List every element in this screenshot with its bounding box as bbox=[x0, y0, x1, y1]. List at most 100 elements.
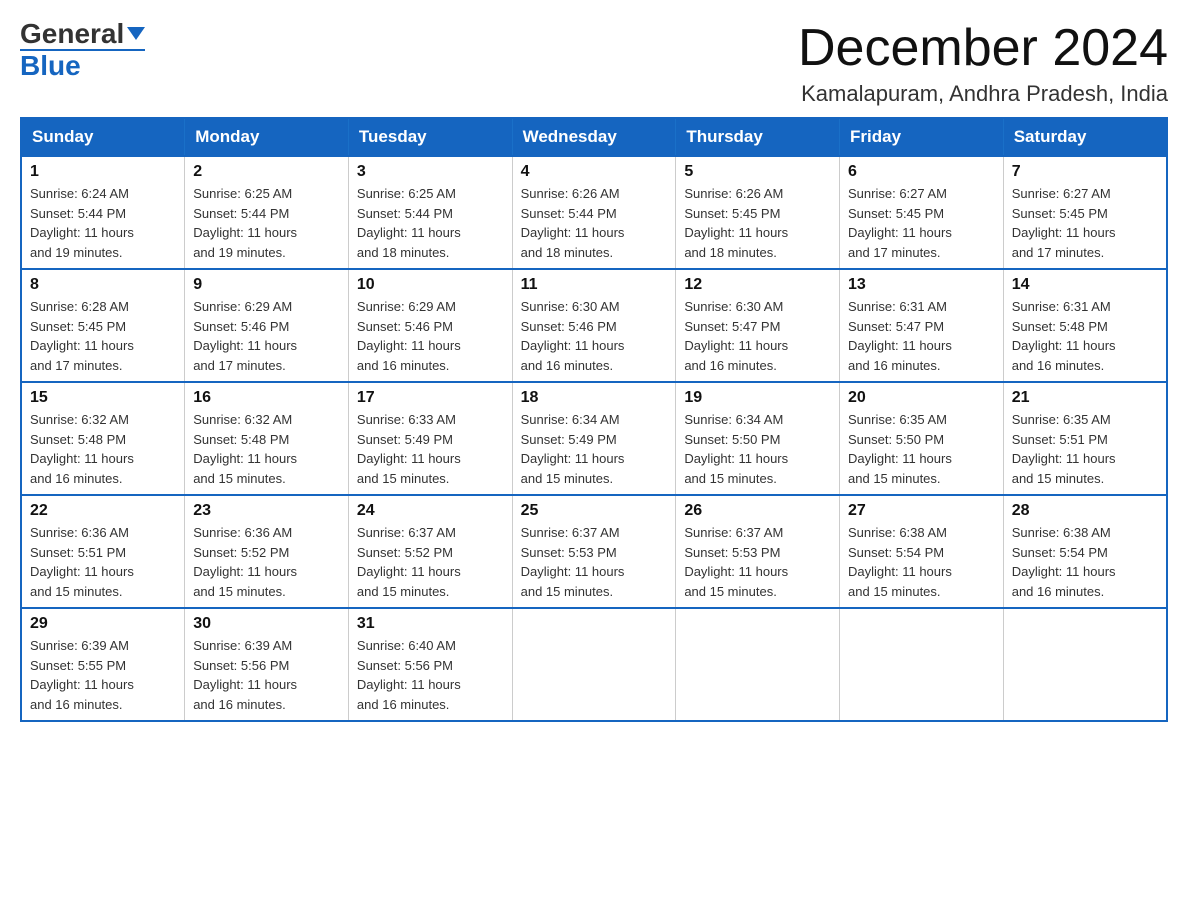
calendar-week-row: 15 Sunrise: 6:32 AMSunset: 5:48 PMDayligh… bbox=[21, 382, 1167, 495]
day-number: 31 bbox=[357, 615, 504, 633]
page-subtitle: Kamalapuram, Andhra Pradesh, India bbox=[798, 81, 1168, 107]
day-number: 17 bbox=[357, 389, 504, 407]
day-number: 5 bbox=[684, 163, 831, 181]
day-info: Sunrise: 6:35 AMSunset: 5:51 PMDaylight:… bbox=[1012, 410, 1158, 488]
calendar-cell: 15 Sunrise: 6:32 AMSunset: 5:48 PMDayligh… bbox=[21, 382, 185, 495]
col-saturday: Saturday bbox=[1003, 118, 1167, 156]
day-number: 19 bbox=[684, 389, 831, 407]
calendar-cell: 8 Sunrise: 6:28 AMSunset: 5:45 PMDaylight… bbox=[21, 269, 185, 382]
day-info: Sunrise: 6:29 AMSunset: 5:46 PMDaylight:… bbox=[357, 297, 504, 375]
col-thursday: Thursday bbox=[676, 118, 840, 156]
day-info: Sunrise: 6:32 AMSunset: 5:48 PMDaylight:… bbox=[30, 410, 176, 488]
calendar-cell: 5Sunrise: 6:26 AMSunset: 5:45 PMDaylight… bbox=[676, 156, 840, 269]
day-info: Sunrise: 6:31 AMSunset: 5:47 PMDaylight:… bbox=[848, 297, 995, 375]
calendar-cell bbox=[512, 608, 676, 721]
page-header: General Blue December 2024 Kamalapuram, … bbox=[20, 20, 1168, 107]
day-number: 9 bbox=[193, 276, 340, 294]
calendar-cell: 11 Sunrise: 6:30 AMSunset: 5:46 PMDayligh… bbox=[512, 269, 676, 382]
day-info: Sunrise: 6:34 AMSunset: 5:50 PMDaylight:… bbox=[684, 410, 831, 488]
day-info: Sunrise: 6:34 AMSunset: 5:49 PMDaylight:… bbox=[521, 410, 668, 488]
calendar-week-row: 22 Sunrise: 6:36 AMSunset: 5:51 PMDayligh… bbox=[21, 495, 1167, 608]
day-info: Sunrise: 6:36 AMSunset: 5:51 PMDaylight:… bbox=[30, 523, 176, 601]
calendar-cell: 20Sunrise: 6:35 AMSunset: 5:50 PMDayligh… bbox=[840, 382, 1004, 495]
col-tuesday: Tuesday bbox=[348, 118, 512, 156]
day-info: Sunrise: 6:27 AMSunset: 5:45 PMDaylight:… bbox=[848, 184, 995, 262]
day-number: 3 bbox=[357, 163, 504, 181]
day-number: 28 bbox=[1012, 502, 1158, 520]
calendar-cell: 19 Sunrise: 6:34 AMSunset: 5:50 PMDayligh… bbox=[676, 382, 840, 495]
col-sunday: Sunday bbox=[21, 118, 185, 156]
calendar-week-row: 29Sunrise: 6:39 AMSunset: 5:55 PMDayligh… bbox=[21, 608, 1167, 721]
day-number: 15 bbox=[30, 389, 176, 407]
day-number: 4 bbox=[521, 163, 668, 181]
calendar-cell: 18 Sunrise: 6:34 AMSunset: 5:49 PMDayligh… bbox=[512, 382, 676, 495]
calendar-cell: 7Sunrise: 6:27 AMSunset: 5:45 PMDaylight… bbox=[1003, 156, 1167, 269]
calendar-cell bbox=[676, 608, 840, 721]
calendar-cell: 17 Sunrise: 6:33 AMSunset: 5:49 PMDayligh… bbox=[348, 382, 512, 495]
day-info: Sunrise: 6:25 AMSunset: 5:44 PMDaylight:… bbox=[357, 184, 504, 262]
day-number: 2 bbox=[193, 163, 340, 181]
day-number: 20 bbox=[848, 389, 995, 407]
day-number: 8 bbox=[30, 276, 176, 294]
day-info: Sunrise: 6:24 AMSunset: 5:44 PMDaylight:… bbox=[30, 184, 176, 262]
day-number: 23 bbox=[193, 502, 340, 520]
day-number: 10 bbox=[357, 276, 504, 294]
calendar-header-row: Sunday Monday Tuesday Wednesday Thursday… bbox=[21, 118, 1167, 156]
day-info: Sunrise: 6:30 AMSunset: 5:47 PMDaylight:… bbox=[684, 297, 831, 375]
day-number: 22 bbox=[30, 502, 176, 520]
day-info: Sunrise: 6:38 AMSunset: 5:54 PMDaylight:… bbox=[1012, 523, 1158, 601]
calendar-cell: 30Sunrise: 6:39 AMSunset: 5:56 PMDayligh… bbox=[185, 608, 349, 721]
day-info: Sunrise: 6:40 AMSunset: 5:56 PMDaylight:… bbox=[357, 636, 504, 714]
calendar-cell: 28 Sunrise: 6:38 AMSunset: 5:54 PMDayligh… bbox=[1003, 495, 1167, 608]
day-info: Sunrise: 6:32 AMSunset: 5:48 PMDaylight:… bbox=[193, 410, 340, 488]
day-number: 6 bbox=[848, 163, 995, 181]
calendar-cell: 3 Sunrise: 6:25 AMSunset: 5:44 PMDaylight… bbox=[348, 156, 512, 269]
calendar-cell: 31 Sunrise: 6:40 AMSunset: 5:56 PMDayligh… bbox=[348, 608, 512, 721]
calendar-cell: 2 Sunrise: 6:25 AMSunset: 5:44 PMDaylight… bbox=[185, 156, 349, 269]
day-info: Sunrise: 6:36 AMSunset: 5:52 PMDaylight:… bbox=[193, 523, 340, 601]
day-number: 25 bbox=[521, 502, 668, 520]
day-info: Sunrise: 6:27 AMSunset: 5:45 PMDaylight:… bbox=[1012, 184, 1158, 262]
day-info: Sunrise: 6:29 AMSunset: 5:46 PMDaylight:… bbox=[193, 297, 340, 375]
day-info: Sunrise: 6:37 AMSunset: 5:52 PMDaylight:… bbox=[357, 523, 504, 601]
calendar-cell: 23 Sunrise: 6:36 AMSunset: 5:52 PMDayligh… bbox=[185, 495, 349, 608]
calendar-cell: 27Sunrise: 6:38 AMSunset: 5:54 PMDayligh… bbox=[840, 495, 1004, 608]
day-number: 18 bbox=[521, 389, 668, 407]
day-info: Sunrise: 6:25 AMSunset: 5:44 PMDaylight:… bbox=[193, 184, 340, 262]
day-info: Sunrise: 6:31 AMSunset: 5:48 PMDaylight:… bbox=[1012, 297, 1158, 375]
page-title: December 2024 bbox=[798, 20, 1168, 77]
calendar-cell: 16Sunrise: 6:32 AMSunset: 5:48 PMDayligh… bbox=[185, 382, 349, 495]
calendar-cell: 6 Sunrise: 6:27 AMSunset: 5:45 PMDaylight… bbox=[840, 156, 1004, 269]
calendar-cell: 21 Sunrise: 6:35 AMSunset: 5:51 PMDayligh… bbox=[1003, 382, 1167, 495]
day-number: 14 bbox=[1012, 276, 1158, 294]
calendar-cell: 14 Sunrise: 6:31 AMSunset: 5:48 PMDayligh… bbox=[1003, 269, 1167, 382]
day-number: 1 bbox=[30, 163, 176, 181]
day-info: Sunrise: 6:30 AMSunset: 5:46 PMDaylight:… bbox=[521, 297, 668, 375]
calendar-cell: 1 Sunrise: 6:24 AMSunset: 5:44 PMDaylight… bbox=[21, 156, 185, 269]
calendar-cell bbox=[1003, 608, 1167, 721]
calendar-cell: 24 Sunrise: 6:37 AMSunset: 5:52 PMDayligh… bbox=[348, 495, 512, 608]
calendar-cell: 9 Sunrise: 6:29 AMSunset: 5:46 PMDaylight… bbox=[185, 269, 349, 382]
day-number: 26 bbox=[684, 502, 831, 520]
day-number: 24 bbox=[357, 502, 504, 520]
day-number: 11 bbox=[521, 276, 668, 294]
calendar-week-row: 8 Sunrise: 6:28 AMSunset: 5:45 PMDaylight… bbox=[21, 269, 1167, 382]
calendar-cell: 29Sunrise: 6:39 AMSunset: 5:55 PMDayligh… bbox=[21, 608, 185, 721]
day-number: 29 bbox=[30, 615, 176, 633]
calendar-cell: 22 Sunrise: 6:36 AMSunset: 5:51 PMDayligh… bbox=[21, 495, 185, 608]
calendar-cell: 12Sunrise: 6:30 AMSunset: 5:47 PMDayligh… bbox=[676, 269, 840, 382]
calendar-cell: 13 Sunrise: 6:31 AMSunset: 5:47 PMDayligh… bbox=[840, 269, 1004, 382]
calendar-cell bbox=[840, 608, 1004, 721]
calendar-cell: 26Sunrise: 6:37 AMSunset: 5:53 PMDayligh… bbox=[676, 495, 840, 608]
day-number: 21 bbox=[1012, 389, 1158, 407]
day-info: Sunrise: 6:28 AMSunset: 5:45 PMDaylight:… bbox=[30, 297, 176, 375]
calendar-table: Sunday Monday Tuesday Wednesday Thursday… bbox=[20, 117, 1168, 722]
day-number: 13 bbox=[848, 276, 995, 294]
logo-blue-text: Blue bbox=[20, 49, 145, 80]
title-block: December 2024 Kamalapuram, Andhra Prades… bbox=[798, 20, 1168, 107]
calendar-cell: 10 Sunrise: 6:29 AMSunset: 5:46 PMDayligh… bbox=[348, 269, 512, 382]
day-number: 27 bbox=[848, 502, 995, 520]
day-info: Sunrise: 6:33 AMSunset: 5:49 PMDaylight:… bbox=[357, 410, 504, 488]
calendar-cell: 25Sunrise: 6:37 AMSunset: 5:53 PMDayligh… bbox=[512, 495, 676, 608]
col-monday: Monday bbox=[185, 118, 349, 156]
